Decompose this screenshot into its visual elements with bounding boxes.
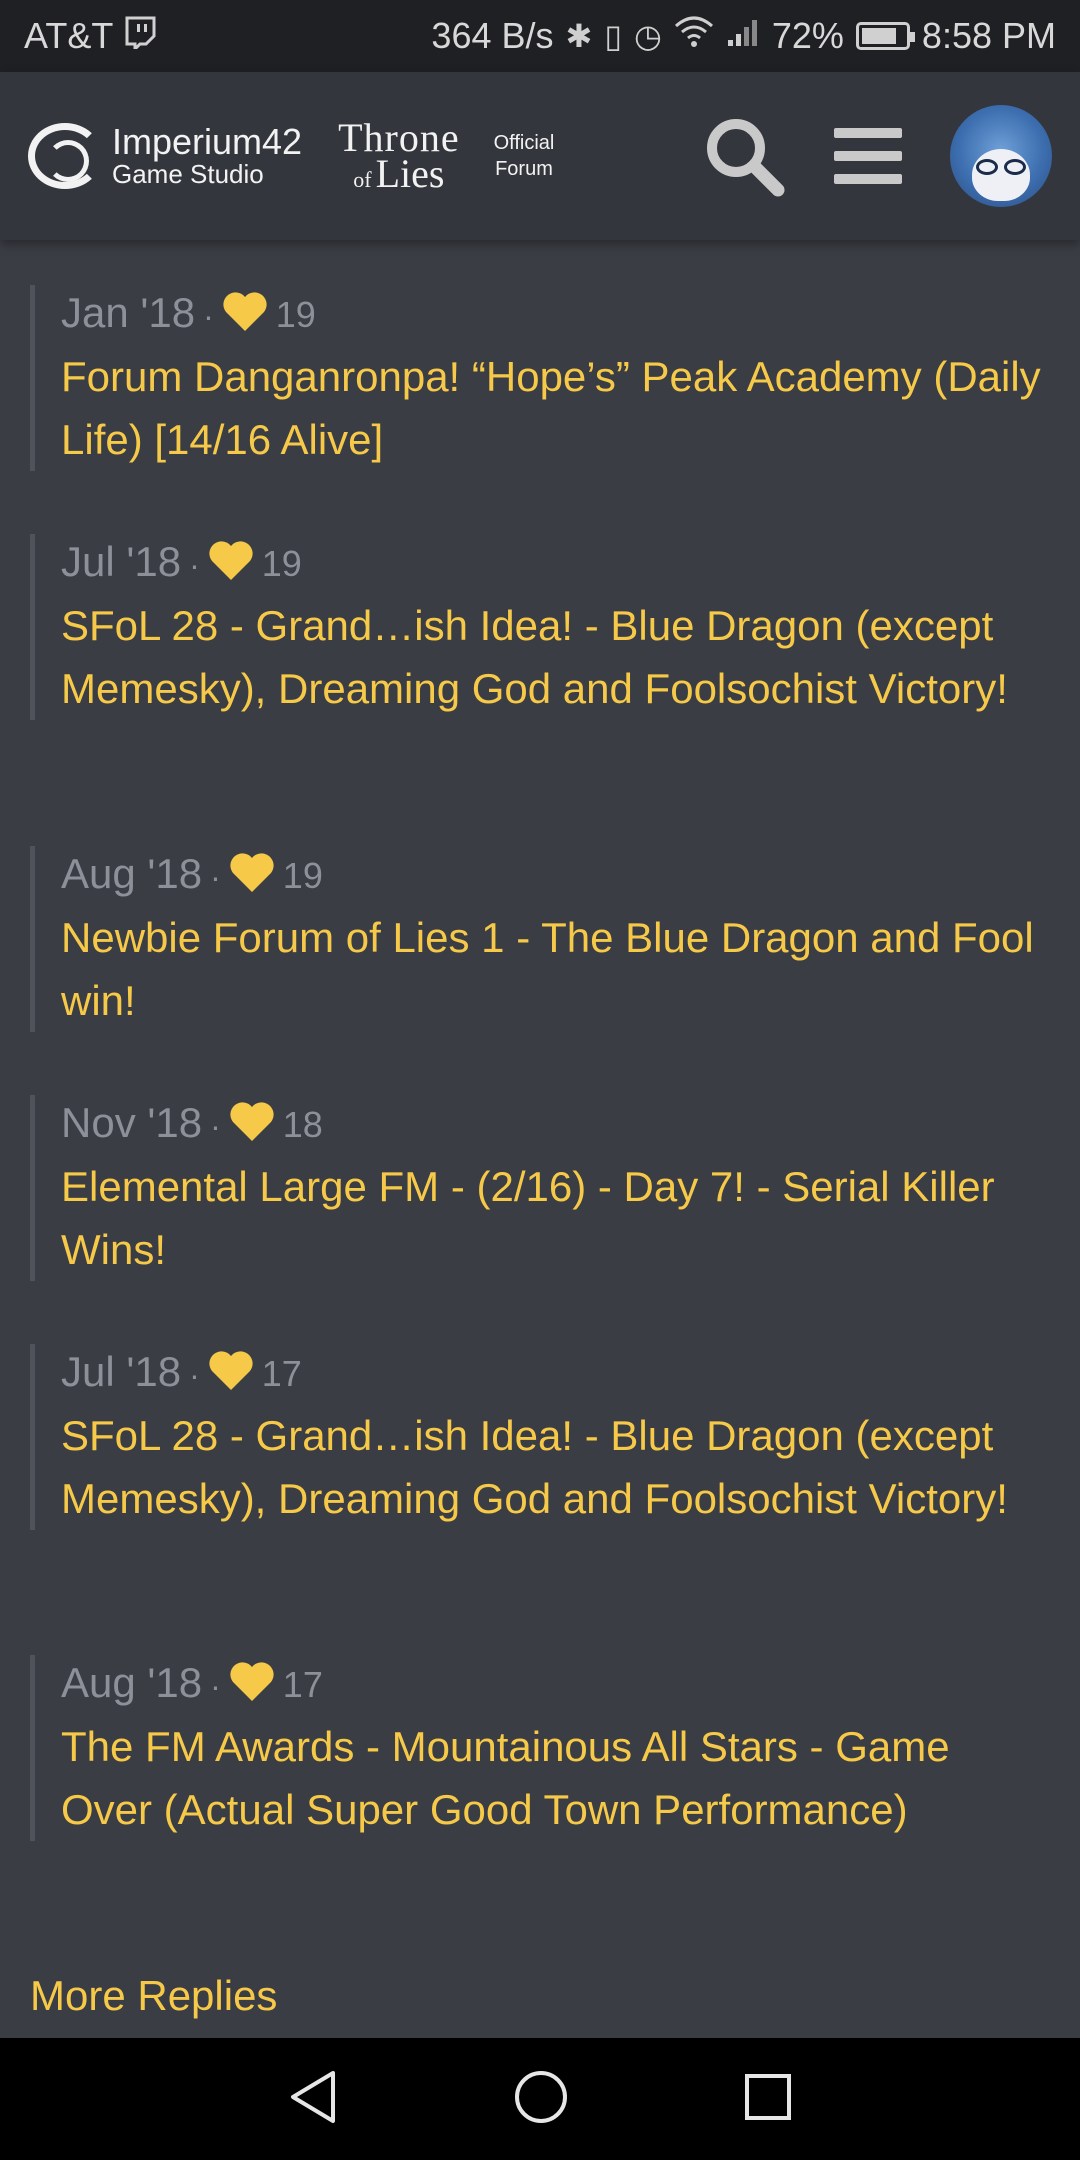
like-count: 17 (261, 1353, 302, 1394)
post-title-link[interactable]: Newbie Forum of Lies 1 - The Blue Dragon… (61, 906, 1050, 1032)
heart-icon (230, 1102, 274, 1141)
post-title-link[interactable]: SFoL 28 - Grand…ish Idea! - Blue Dragon … (61, 1404, 1050, 1530)
home-button[interactable] (513, 2069, 569, 2130)
swirl-logo-icon (28, 123, 102, 189)
status-bar: AT&T 364 B/s ✱ ▯ ◷ 72% 8:58 PM (0, 0, 1080, 72)
heart-icon (230, 1662, 274, 1701)
like-count: 19 (282, 855, 323, 896)
search-icon (707, 119, 785, 197)
list-item[interactable]: Jul '18 · 19 SFoL 28 - Grand…ish Idea! -… (30, 534, 1050, 720)
post-date: Aug '18 (61, 850, 203, 897)
throne-of-lies-logo[interactable]: Throne of Lies (338, 118, 460, 194)
post-date: Nov '18 (61, 1099, 203, 1146)
vibrate-icon: ▯ (604, 18, 622, 54)
twitch-icon (123, 15, 157, 58)
net-speed-label: 364 B/s (431, 15, 554, 56)
battery-icon (855, 22, 915, 50)
list-item[interactable]: Jan '18 · 19 Forum Danganronpa! “Hope’s”… (30, 285, 1050, 471)
post-date: Jul '18 (61, 1348, 182, 1395)
search-button[interactable] (702, 114, 786, 198)
studio-subtitle: Game Studio (112, 159, 264, 189)
signal-icon (726, 15, 760, 57)
post-date: Jan '18 (61, 289, 196, 336)
list-item[interactable]: Nov '18 · 18 Elemental Large FM - (2/16)… (30, 1095, 1050, 1281)
official-forum-label: Official Forum (494, 130, 555, 182)
heart-icon (209, 541, 253, 580)
post-date: Aug '18 (61, 1659, 203, 1706)
system-nav-bar (0, 2038, 1080, 2160)
heart-icon (223, 292, 267, 331)
heart-icon (209, 1351, 253, 1390)
like-count: 19 (261, 543, 302, 584)
game-title-of: of (353, 167, 372, 192)
forum-label: Forum (495, 158, 553, 180)
post-title-link[interactable]: The FM Awards - Mountainous All Stars - … (61, 1715, 1050, 1841)
official-label: Official (493, 132, 555, 154)
back-button[interactable] (287, 2069, 339, 2130)
back-triangle-icon (291, 2070, 335, 2123)
post-title-link[interactable]: SFoL 28 - Grand…ish Idea! - Blue Dragon … (61, 594, 1050, 720)
wifi-icon (674, 15, 714, 57)
alarm-icon: ◷ (633, 18, 662, 54)
studio-name: Imperium42 (112, 121, 303, 162)
post-title-link[interactable]: Forum Danganronpa! “Hope’s” Peak Academy… (61, 345, 1050, 471)
bluetooth-icon: ✱ (565, 18, 593, 54)
battery-percent: 72% (771, 15, 844, 56)
clock: 8:58 PM (921, 15, 1056, 56)
heart-icon (230, 853, 274, 892)
list-item[interactable]: Aug '18 · 17 The FM Awards - Mountainous… (30, 1655, 1050, 1841)
game-title-2: Lies (375, 151, 445, 196)
home-circle-icon (515, 2070, 567, 2123)
hamburger-menu-button[interactable] (832, 124, 904, 188)
post-title-link[interactable]: Elemental Large FM - (2/16) - Day 7! - S… (61, 1155, 1050, 1281)
imperium42-logo[interactable]: Imperium42 Game Studio (28, 123, 302, 189)
list-item[interactable]: Jul '18 · 17 SFoL 28 - Grand…ish Idea! -… (30, 1344, 1050, 1530)
like-count: 19 (275, 294, 316, 335)
hamburger-icon (834, 128, 902, 184)
like-count: 18 (282, 1104, 323, 1145)
list-item[interactable]: Aug '18 · 19 Newbie Forum of Lies 1 - Th… (30, 846, 1050, 1032)
post-date: Jul '18 (61, 538, 182, 585)
like-count: 17 (282, 1664, 323, 1705)
recents-square-icon (745, 2073, 791, 2120)
more-replies-link[interactable]: More Replies (30, 1972, 277, 2020)
recents-button[interactable] (743, 2072, 793, 2127)
carrier-label: AT&T (24, 15, 114, 56)
site-header: Imperium42 Game Studio Throne of Lies Of… (0, 72, 1080, 240)
user-avatar[interactable] (950, 105, 1052, 207)
